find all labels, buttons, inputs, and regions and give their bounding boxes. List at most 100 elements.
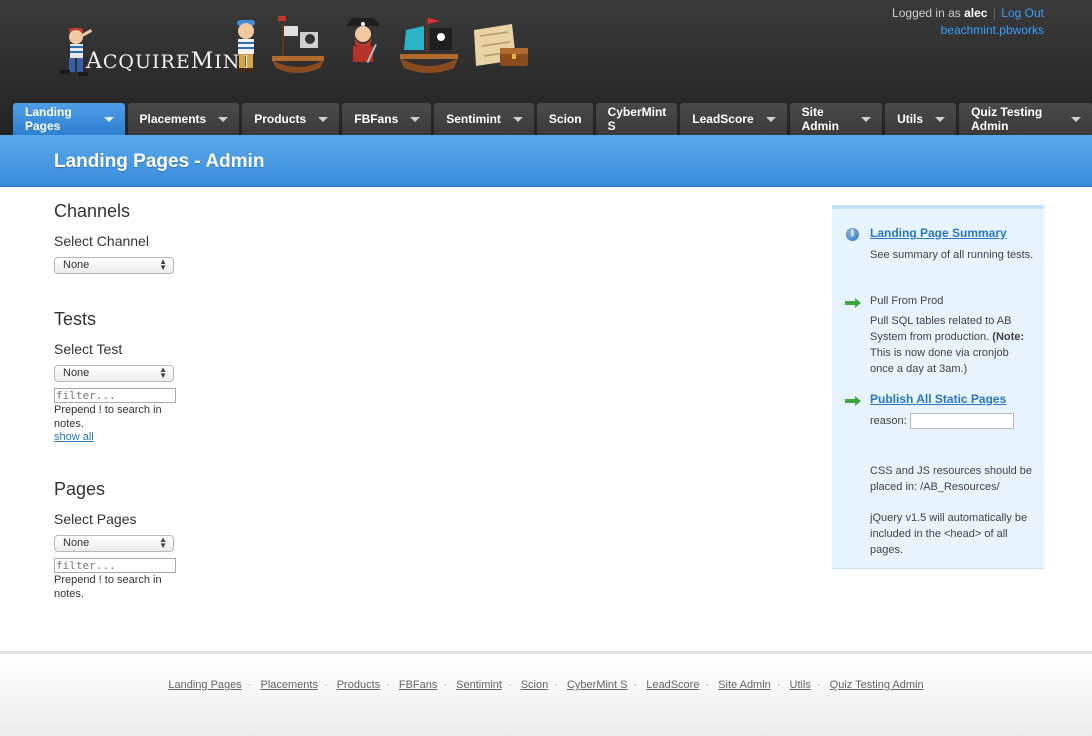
nav-item-scion[interactable]: Scion — [536, 103, 593, 135]
reason-label: reason: — [870, 415, 907, 427]
footer-link-utils[interactable]: Utils — [790, 679, 811, 691]
page-footer: Landing Pages · Placements · Products · FBF… — [0, 651, 1092, 736]
nav-item-site-admin[interactable]: Site Admin — [789, 103, 883, 135]
pull-desc-text: Pull SQL tables related to AB System fro… — [870, 315, 1012, 343]
chevron-down-icon — [512, 116, 523, 122]
treasure-map-icon — [470, 16, 534, 76]
footer-separator: · — [554, 679, 558, 691]
channel-select[interactable]: None ▲ ▼ — [54, 257, 174, 274]
main-nav: Landing Pages Placements Products FBFans… — [13, 103, 1092, 135]
chevron-down-icon — [935, 116, 946, 122]
arrow-right-icon — [845, 396, 861, 406]
chevron-down-icon — [218, 116, 229, 122]
nav-item-label: LeadScore — [692, 112, 754, 126]
jquery-note: jQuery v1.5 will automatically be includ… — [870, 512, 1028, 556]
footer-link-scion[interactable]: Scion — [521, 679, 549, 691]
footer-link-fbfans[interactable]: FBFans — [399, 679, 438, 691]
nav-item-sentimint[interactable]: Sentimint — [434, 103, 534, 135]
pull-from-prod-label[interactable]: Pull From Prod — [870, 293, 1035, 309]
footer-link-sentimint[interactable]: Sentimint — [456, 679, 502, 691]
publish-static-pages-link[interactable]: Publish All Static Pages — [870, 391, 1035, 407]
cabin-boy-icon — [228, 16, 270, 76]
chevron-down-icon — [1071, 116, 1081, 122]
nav-item-quiz-testing-admin[interactable]: Quiz Testing Admin — [959, 103, 1092, 135]
footer-separator: · — [323, 679, 328, 691]
pull-description: Pull SQL tables related to AB System fro… — [870, 313, 1035, 377]
arrow-right-icon — [845, 298, 861, 308]
footer-link-landing-pages[interactable]: Landing Pages — [168, 679, 241, 691]
footer-link-quiz-testing-admin[interactable]: Quiz Testing Admin — [830, 679, 924, 691]
pages-select-value: None — [63, 537, 90, 549]
pages-filter-placeholder: filter... — [56, 559, 116, 572]
nav-item-label: Site Admin — [801, 105, 839, 133]
pirate-ship-icon — [398, 16, 470, 76]
nav-item-label: Sentimint — [446, 112, 501, 126]
tests-heading: Tests — [54, 309, 97, 329]
nav-item-label: CyberMint S — [607, 105, 667, 133]
logo-text-cquire: CQUIRE — [102, 51, 191, 73]
footer-separator: · — [705, 679, 710, 691]
chevron-down-icon — [765, 116, 776, 122]
app-logo[interactable]: ACQUIREMINT — [58, 18, 254, 78]
pages-heading: Pages — [54, 479, 106, 499]
footer-separator: · — [633, 679, 638, 691]
nav-item-placements[interactable]: Placements — [127, 103, 240, 135]
select-arrows-icon: ▲ ▼ — [159, 257, 167, 272]
select-test-label: Select Test — [54, 341, 123, 357]
nav-item-cybermint[interactable]: CyberMint S — [595, 103, 678, 135]
page-title: Landing Pages - Admin — [54, 151, 265, 172]
footer-link-cybermint[interactable]: CyberMint S — [567, 679, 628, 691]
pages-select[interactable]: None ▲ ▼ — [54, 535, 174, 552]
show-all-link[interactable]: show all — [54, 431, 94, 443]
test-filter-input[interactable]: filter... — [54, 388, 176, 403]
select-channel-label: Select Channel — [54, 233, 149, 249]
footer-link-placements[interactable]: Placements — [261, 679, 318, 691]
nav-item-label: Utils — [897, 112, 924, 126]
channels-heading: Channels — [54, 201, 131, 221]
footer-separator: · — [247, 679, 252, 691]
footer-link-leadscore[interactable]: LeadScore — [646, 679, 699, 691]
footer-separator: · — [816, 679, 821, 691]
logout-link[interactable]: Log Out — [1001, 6, 1044, 20]
app-header: ACQUIREMINT Logged in as alec | Log Out … — [0, 0, 1092, 135]
select-arrows-icon: ▲ ▼ — [159, 535, 167, 550]
login-status: Logged in as alec | Log Out — [892, 5, 1044, 22]
nav-item-landing-pages[interactable]: Landing Pages — [13, 103, 125, 135]
footer-separator: · — [507, 679, 512, 691]
nav-item-label: Scion — [548, 112, 582, 126]
userbox-separator: | — [992, 6, 996, 20]
nav-item-fbfans[interactable]: FBFans — [342, 103, 432, 135]
reason-input[interactable] — [909, 413, 1014, 429]
summary-description: See summary of all running tests. — [870, 249, 1034, 261]
nav-item-label: Quiz Testing Admin — [971, 105, 1043, 133]
channel-select-value: None — [63, 259, 90, 271]
landing-page-summary-link[interactable]: Landing Page Summary — [870, 225, 1035, 241]
select-arrows-icon: ▲ ▼ — [159, 365, 167, 380]
pull-note-text: This is now done via cronjob once a day … — [870, 347, 1009, 375]
footer-link-site-admin[interactable]: Site Admin — [718, 679, 771, 691]
username: alec — [964, 6, 988, 20]
footer-separator: · — [776, 679, 781, 691]
chevron-down-icon — [861, 116, 872, 122]
wiki-link[interactable]: beachmint.pbworks — [941, 23, 1044, 37]
test-filter-hint: Prepend ! to search in notes. — [54, 404, 162, 430]
pages-filter-input[interactable]: filter... — [54, 558, 176, 573]
select-pages-label: Select Pages — [54, 511, 137, 527]
footer-separator: · — [386, 679, 390, 691]
nav-item-leadscore[interactable]: LeadScore — [680, 103, 787, 135]
user-box: Logged in as alec | Log Out beachmint.pb… — [892, 5, 1044, 39]
actions-sidebar: i Landing Page Summary See summary of al… — [832, 205, 1044, 569]
logged-in-prefix: Logged in as — [892, 6, 961, 20]
pull-note-label: (Note: — [992, 331, 1025, 343]
chevron-down-icon — [410, 116, 421, 122]
nav-item-products[interactable]: Products — [242, 103, 340, 135]
footer-link-products[interactable]: Products — [337, 679, 380, 691]
nav-item-utils[interactable]: Utils — [885, 103, 957, 135]
nav-item-label: Products — [254, 112, 307, 126]
page-title-bar: Landing Pages - Admin — [0, 135, 1092, 187]
pirate-mascot-icon — [58, 24, 96, 78]
test-select[interactable]: None ▲ ▼ — [54, 365, 174, 382]
footer-links: Landing Pages · Placements · Products · FBF… — [0, 679, 1092, 691]
ship-skull-icon — [270, 16, 340, 76]
test-filter-placeholder: filter... — [56, 389, 116, 402]
